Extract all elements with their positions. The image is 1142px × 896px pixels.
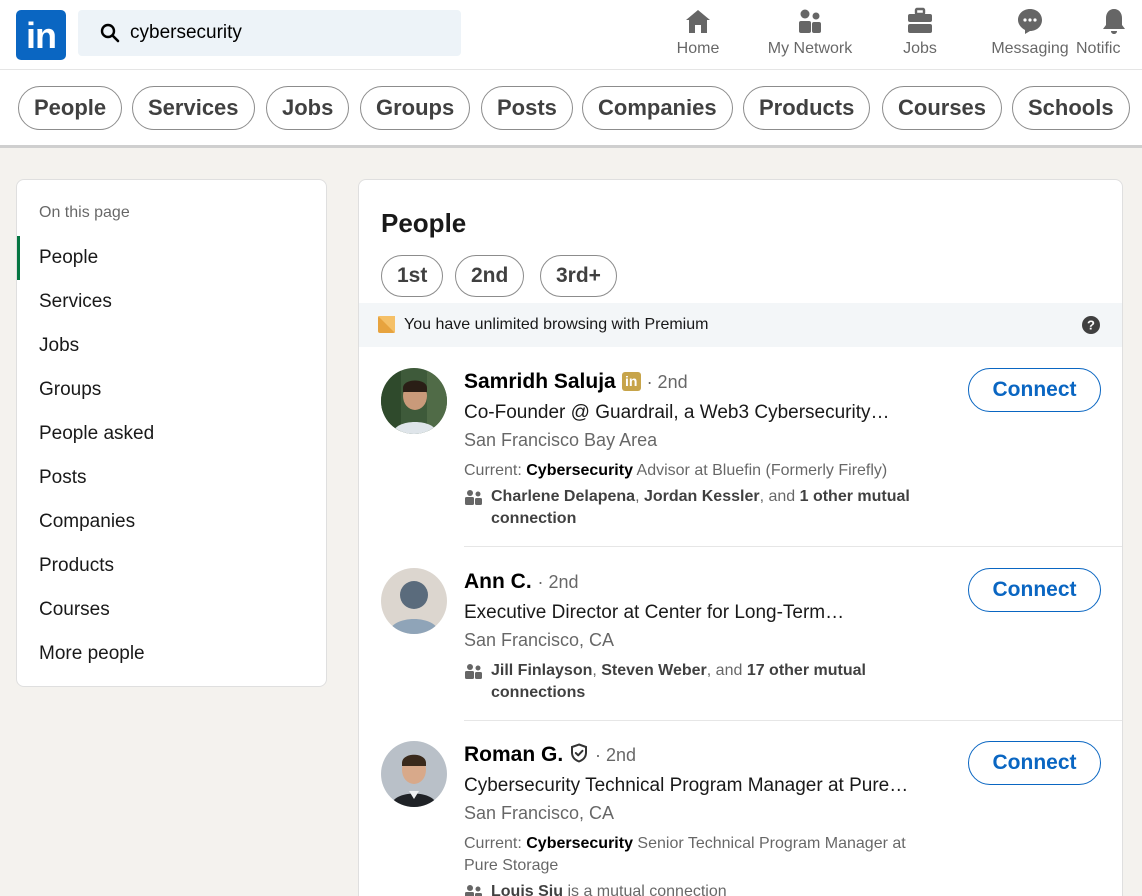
connection-degree: · 2nd [646,372,688,392]
sidebar-item-more-people[interactable]: More people [17,632,317,676]
premium-text: You have unlimited browsing with Premium [404,316,709,333]
sidebar-item-people-asked[interactable]: People asked [17,412,317,456]
verified-shield-icon [571,743,588,763]
mutual-connections[interactable]: Louis Siu is a mutual connection [464,881,944,896]
jobs-icon [908,7,932,33]
sidebar-heading: On this page [39,204,130,221]
mutual-connections-icon [465,490,482,505]
person-result[interactable]: Samridh Saluja in · 2nd Co-Founder @ Guar… [359,368,1122,548]
result-divider [464,720,1122,721]
result-divider [464,546,1122,547]
nav-jobs-label: Jobs [903,40,937,57]
nav-messaging-label: Messaging [991,40,1069,57]
person-name[interactable]: Samridh Saluja [464,370,616,393]
home-icon [686,10,710,33]
premium-banner: You have unlimited browsing with Premium… [359,303,1122,347]
connection-degree: · 2nd [595,745,637,765]
person-location: San Francisco, CA [464,803,615,823]
filter-2nd-degree[interactable]: 2nd [455,255,525,297]
sidebar-item-companies[interactable]: Companies [17,500,317,544]
connection-degree: · 2nd [537,572,579,592]
nav-my-network-label: My Network [767,40,853,57]
filter-jobs[interactable]: Jobs [266,86,350,130]
mutual-connections[interactable]: Charlene Delapena, Jordan Kessler, and 1… [464,486,944,530]
mutual-connections[interactable]: Jill Finlayson, Steven Weber, and 17 oth… [464,660,944,704]
sidebar-item-posts[interactable]: Posts [17,456,317,500]
person-result[interactable]: Roman G. · 2nd Cybersecurity Technical P… [359,741,1122,896]
mutual-connections-icon [465,664,482,679]
person-headline: Executive Director at Center for Long-Te… [464,602,845,623]
person-location: San Francisco Bay Area [464,430,658,450]
nav-jobs[interactable]: Jobs [890,6,950,62]
connect-button[interactable]: Connect [968,368,1101,412]
premium-icon [378,316,395,333]
avatar[interactable] [381,741,447,807]
sidebar-item-groups[interactable]: Groups [17,368,317,412]
person-headline: Cybersecurity Technical Program Manager … [464,775,909,796]
filter-courses[interactable]: Courses [882,86,1003,130]
person-headline: Co-Founder @ Guardrail, a Web3 Cybersecu… [464,402,890,423]
person-name-line: Roman G. · 2nd [464,743,636,767]
linkedin-logo[interactable]: in [16,10,66,60]
filter-1st-degree[interactable]: 1st [381,255,444,297]
nav-home[interactable]: Home [668,6,728,62]
notifications-icon [1103,9,1125,34]
sidebar-item-jobs[interactable]: Jobs [17,324,317,368]
filter-schools[interactable]: Schools [1012,86,1130,130]
linkedin-premium-badge-icon: in [621,372,641,391]
sidebar-item-products[interactable]: Products [17,544,317,588]
nav-home-label: Home [676,40,720,57]
avatar[interactable] [381,368,447,434]
avatar[interactable] [381,568,447,634]
person-name[interactable]: Roman G. [464,743,563,766]
messaging-icon [1018,9,1042,34]
nav-notifications[interactable]: Notific [1074,6,1142,62]
sidebar-item-people[interactable]: People [17,236,317,280]
person-location: San Francisco, CA [464,630,615,650]
mutual-connections-icon [465,885,482,896]
filter-groups[interactable]: Groups [360,86,471,130]
section-title: People [381,208,467,238]
nav-my-network[interactable]: My Network [760,6,860,62]
search-box[interactable] [78,10,461,56]
nav-messaging[interactable]: Messaging [985,6,1075,62]
person-result[interactable]: Ann C. · 2nd Executive Director at Cente… [359,568,1122,718]
person-name[interactable]: Ann C. [464,570,532,593]
person-name-line: Ann C. · 2nd [464,570,579,594]
current-position: Current: Cybersecurity Advisor at Bluefi… [464,462,888,479]
people-results-card: People 1st 2nd 3rd+ You have unlimited b… [358,179,1123,896]
current-position: Current: Cybersecurity Senior Technical … [464,835,906,874]
network-icon [799,9,821,33]
person-name-line: Samridh Saluja in · 2nd [464,370,688,394]
connect-button[interactable]: Connect [968,741,1101,785]
filter-people[interactable]: People [18,86,123,130]
filter-posts[interactable]: Posts [481,86,573,130]
on-this-page-sidebar: On this page People Services Jobs Groups… [16,179,327,687]
search-filter-bar: People Services Jobs Groups Posts Compan… [0,70,1142,148]
search-icon [100,23,120,43]
filter-companies[interactable]: Companies [582,86,733,130]
filter-3rd-degree[interactable]: 3rd+ [540,255,617,297]
filter-services[interactable]: Services [132,86,255,130]
help-icon[interactable]: ? [1082,316,1100,334]
filter-products[interactable]: Products [743,86,871,130]
connect-button[interactable]: Connect [968,568,1101,612]
svg-text:?: ? [1087,318,1095,333]
nav-notifications-label: Notific [1076,40,1121,57]
sidebar-item-courses[interactable]: Courses [17,588,317,632]
sidebar-item-services[interactable]: Services [17,280,317,324]
top-navigation-bar: in Home My Network Jobs Messagi [0,0,1142,70]
search-input[interactable] [130,10,450,56]
